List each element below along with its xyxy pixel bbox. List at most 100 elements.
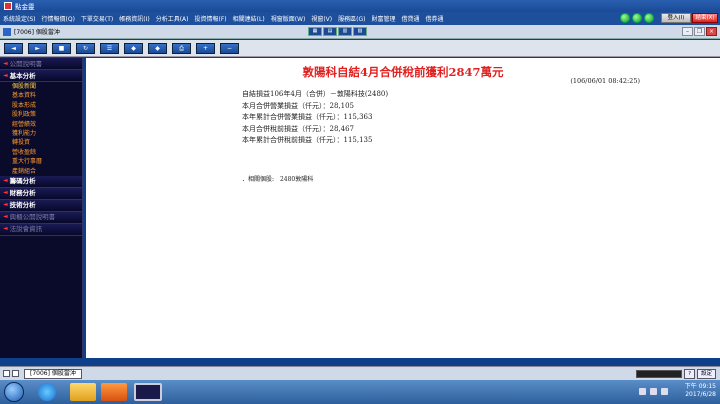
help-icon[interactable]: ? [684, 369, 695, 379]
internet-explorer-icon[interactable] [38, 383, 56, 401]
menu-item[interactable]: 視窗版面(W) [271, 14, 306, 23]
clock-date: 2017/6/28 [685, 391, 716, 398]
mark-button[interactable]: ◆ [124, 42, 143, 54]
browser-toolbar: ◄ ► ■ ↻ ☰ ◆ ◆ ⎙ + − [0, 40, 720, 57]
app-title: 點金靈 [15, 3, 35, 11]
menu-bar: 系統設定(S) 行情報價(Q) 下單交易(T) 帳務資訊(I) 分析工具(A) … [0, 12, 720, 25]
arrow-icon: ◄ [3, 59, 8, 67]
arrow-icon: ◄ [3, 213, 8, 221]
sidebar-item-dividend[interactable]: 股利政策 [0, 110, 82, 119]
window-icon [3, 27, 11, 36]
trading-app-icon[interactable] [134, 383, 162, 401]
related-stocks-label: ．相關個股: [242, 176, 275, 183]
ticker-strip [636, 370, 683, 378]
list-button[interactable]: ☰ [100, 42, 119, 54]
clock[interactable]: 下午 09:15 2017/6/28 [685, 383, 716, 399]
window-mode-icon[interactable] [3, 370, 10, 377]
close-icon[interactable]: × [706, 27, 717, 36]
open-window-tab[interactable]: [7006] 個股當沖 [24, 368, 82, 379]
sidebar-section-technical[interactable]: ◄ 技術分析 [0, 199, 82, 212]
restore-icon[interactable]: ❐ [694, 27, 705, 36]
menu-item[interactable]: 系統設定(S) [3, 14, 36, 23]
news-content-pane: 敦陽科自結4月合併稅前獲利2847萬元 (106/06/01 08:42:25)… [86, 58, 720, 358]
layout-button[interactable]: ▤ [323, 27, 337, 36]
news-line: 自結損益106年4月（合併）－敦陽科技(2480) [242, 90, 389, 98]
exit-button[interactable]: 結束(X) [692, 13, 718, 23]
window-mode-icon[interactable] [12, 370, 19, 377]
volume-icon[interactable] [661, 388, 668, 395]
sidebar-item-calendar[interactable]: 重大行事曆 [0, 157, 82, 166]
status-light-icon [644, 13, 654, 23]
layout-buttons: ▦ ▤ ▥ ▧ [308, 27, 367, 36]
login-button[interactable]: 登入(I) [661, 13, 691, 23]
clock-time: 下午 09:15 [684, 383, 716, 390]
layout-button[interactable]: ▦ [308, 27, 322, 36]
news-line: 本年累計合併稅前損益（仟元）：115,135 [242, 136, 373, 144]
arrow-icon: ◄ [3, 201, 8, 209]
related-stocks: ．相關個股: 2480敦陽科 [242, 174, 313, 183]
start-button-icon[interactable] [4, 382, 24, 402]
sidebar-section-prospectus[interactable]: ◄ 公開說明書 [0, 58, 82, 70]
sidebar-section-fundamental[interactable]: ◄ 基本分析 [0, 70, 82, 82]
menu-item[interactable]: 服務區(G) [338, 14, 365, 23]
flag-icon[interactable] [639, 388, 646, 395]
mark-button-2[interactable]: ◆ [148, 42, 167, 54]
sidebar-section-financial[interactable]: ◄ 財務分析 [0, 187, 82, 200]
media-player-icon[interactable] [101, 383, 127, 401]
sidebar-item-revenue[interactable]: 營收盈餘 [0, 148, 82, 157]
layout-button[interactable]: ▥ [338, 27, 352, 36]
network-icon[interactable] [650, 388, 657, 395]
menu-item[interactable]: 相關連結(L) [233, 14, 265, 23]
news-line: 本月合併稅前損益（仟元）：28,467 [242, 124, 354, 133]
system-tray [639, 388, 668, 395]
menu-item[interactable]: 視窗(V) [311, 14, 332, 23]
sidebar-section-chips[interactable]: ◄ 籌碼分析 [0, 175, 82, 188]
related-stock-link[interactable]: 2480敦陽科 [280, 176, 313, 183]
menu-item[interactable]: 行情報價(Q) [42, 14, 75, 23]
forward-button[interactable]: ► [28, 42, 47, 54]
window-title: [7006] 個股當沖 [14, 29, 60, 36]
sidebar-item-news[interactable]: 個股新聞 [0, 82, 82, 91]
menu-item[interactable]: 分析工具(A) [156, 14, 189, 23]
sidebar-item-investment[interactable]: 轉投資 [0, 138, 82, 147]
news-line: 本年累計合併營業損益（仟元）：115,363 [242, 113, 373, 121]
sidebar-item-basic-info[interactable]: 基本資料 [0, 91, 82, 100]
menu-item[interactable]: 財富管理 [371, 14, 395, 23]
sidebar: ◄ 公開說明書 ◄ 基本分析 個股新聞 基本資料 股本形成 股利政策 經營績效 … [0, 58, 84, 358]
window-title-bar: [7006] 個股當沖 ▦ ▤ ▥ ▧ – ❐ × [0, 25, 720, 39]
arrow-icon: ◄ [3, 225, 8, 233]
status-bar: [7006] 個股當沖 ? 設定 [0, 366, 720, 380]
layout-button[interactable]: ▧ [353, 27, 367, 36]
news-body: 自結損益106年4月（合併）－敦陽科技(2480) 本月合併營業損益（仟元）：2… [242, 89, 388, 147]
app-title-bar: 點金靈 [0, 0, 720, 12]
arrow-icon: ◄ [3, 189, 8, 197]
settings-button[interactable]: 設定 [696, 369, 716, 379]
menu-item[interactable]: 借券通 [425, 14, 443, 23]
window-controls: – ❐ × [682, 27, 717, 36]
back-button[interactable]: ◄ [4, 42, 23, 54]
print-button[interactable]: ⎙ [172, 42, 191, 54]
menu-item[interactable]: 下單交易(T) [81, 14, 113, 23]
sidebar-item-performance[interactable]: 經營績效 [0, 120, 82, 129]
refresh-button[interactable]: ↻ [76, 42, 95, 54]
sidebar-section-emerging-prospectus[interactable]: ◄ 興櫃公開說明書 [0, 211, 82, 224]
zoom-out-button[interactable]: − [220, 42, 239, 54]
menu-item[interactable]: 帳務資訊(I) [119, 14, 149, 23]
app-logo-icon [4, 2, 12, 10]
status-right: ? 設定 [636, 369, 716, 379]
arrow-icon: ◄ [3, 71, 8, 79]
sidebar-item-capital[interactable]: 股本形成 [0, 101, 82, 110]
connection-lights [620, 13, 654, 23]
zoom-in-button[interactable]: + [196, 42, 215, 54]
arrow-icon: ◄ [3, 177, 8, 185]
stop-button[interactable]: ■ [52, 42, 71, 54]
menu-item[interactable]: 借貸通 [401, 14, 419, 23]
news-timestamp: (106/06/01 08:42:25) [570, 77, 640, 85]
os-taskbar: 下午 09:15 2017/6/28 [0, 380, 720, 404]
folder-icon[interactable] [70, 383, 96, 401]
sidebar-item-profitability[interactable]: 獲利能力 [0, 129, 82, 138]
menu-item[interactable]: 投資情報(F) [195, 14, 227, 23]
status-light-icon [620, 13, 630, 23]
sidebar-section-investor-conference[interactable]: ◄ 法說會資訊 [0, 223, 82, 236]
minimize-icon[interactable]: – [682, 27, 693, 36]
